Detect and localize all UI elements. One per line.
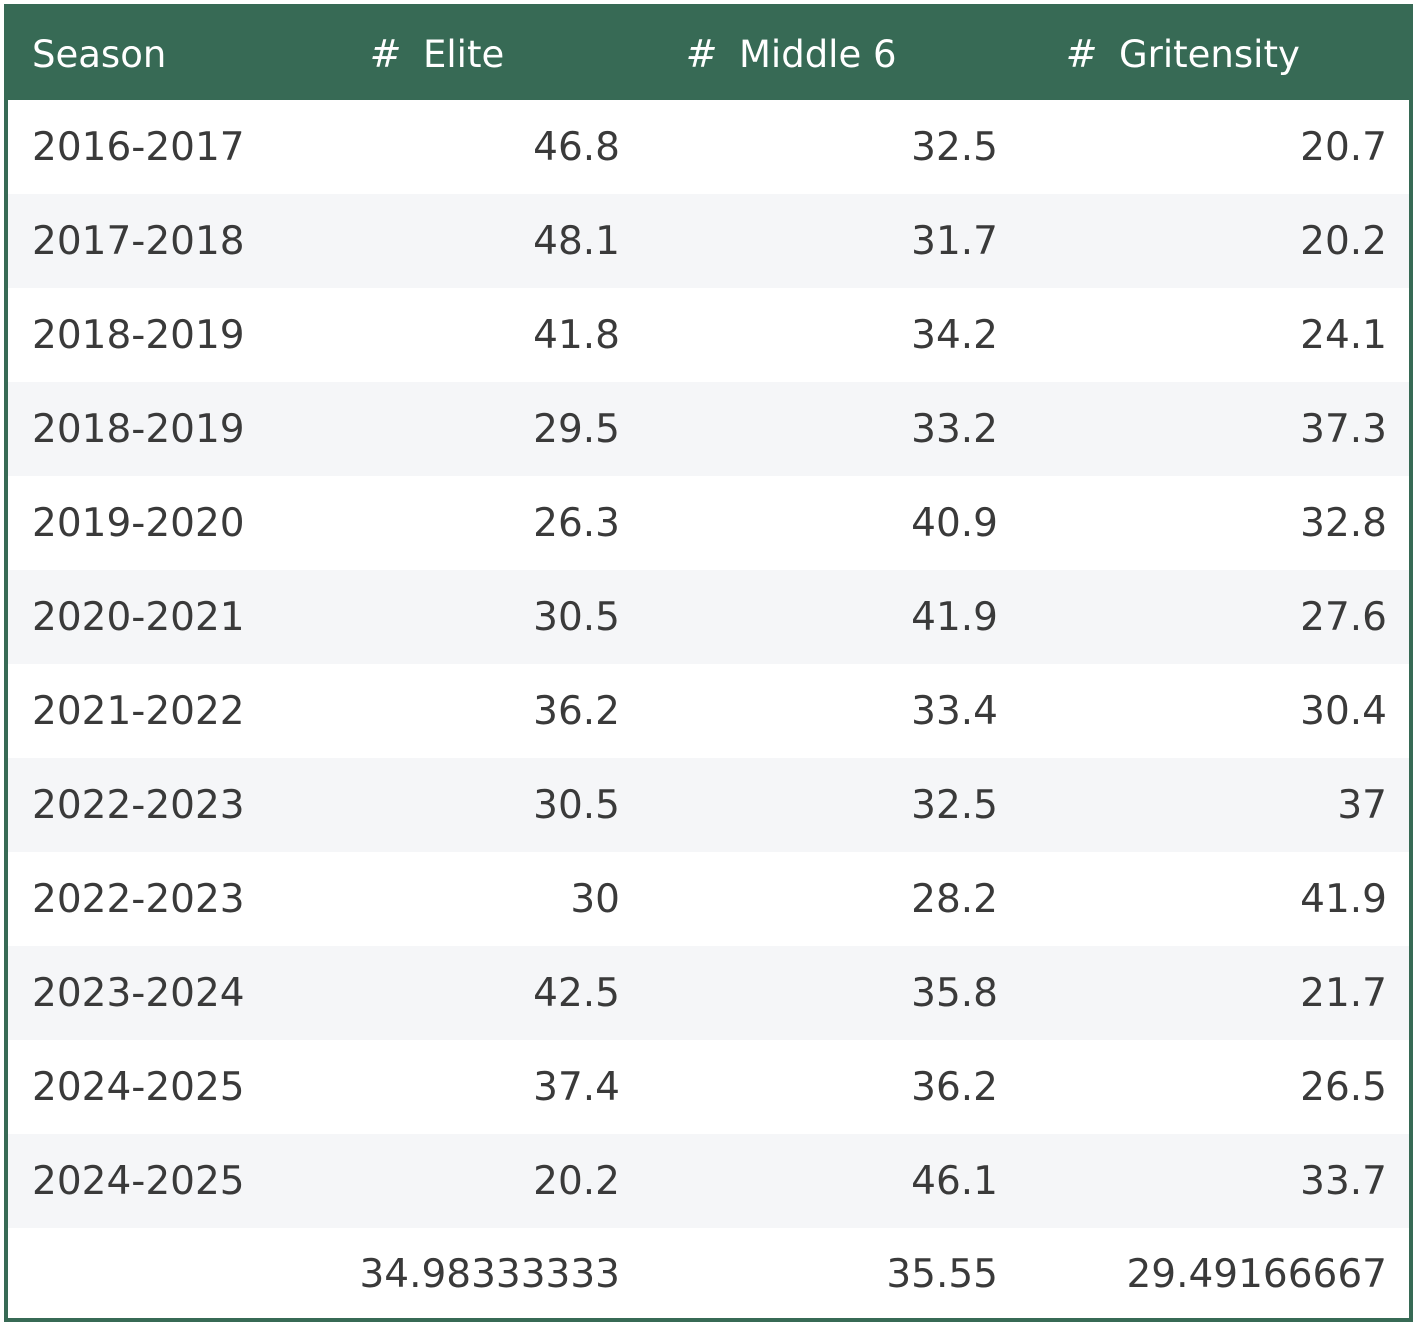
cell-gritensity: 30.4 [1300,688,1387,734]
cell-season: 2017-2018 [32,218,245,264]
numeric-column-icon: # [1065,32,1098,76]
numeric-column-icon: # [369,32,402,76]
header-middle-6-label: Middle 6 [739,32,897,76]
footer-cell-elite: 34.98333333 [359,1251,620,1297]
header-gritensity[interactable]: # Gritensity [1014,8,1409,100]
table-row: 2024-2025 20.2 46.1 33.7 [8,1134,1409,1228]
cell-season: 2024-2025 [32,1158,245,1204]
cell-gritensity: 20.7 [1300,124,1387,170]
cell-season: 2016-2017 [32,124,245,170]
table-row: 2017-2018 48.1 31.7 20.2 [8,194,1409,288]
cell-gritensity: 37 [1337,782,1387,828]
cell-season: 2022-2023 [32,876,245,922]
cell-gritensity: 27.6 [1300,594,1387,640]
cell-gritensity: 32.8 [1300,500,1387,546]
cell-elite: 26.3 [533,500,620,546]
header-season-label: Season [32,32,167,76]
table-footer-row: 34.98333333 35.55 29.49166667 [8,1227,1409,1318]
data-table: Season # Elite # Middle 6 # Gritensity 2… [4,4,1413,1322]
cell-elite: 29.5 [533,406,620,452]
header-elite[interactable]: # Elite [320,8,636,100]
cell-season: 2022-2023 [32,782,245,828]
table-header-row: Season # Elite # Middle 6 # Gritensity [8,8,1409,100]
cell-gritensity: 20.2 [1300,218,1387,264]
cell-gritensity: 33.7 [1300,1158,1387,1204]
cell-middle-6: 36.2 [911,1064,998,1110]
footer-cell-middle-6: 35.55 [886,1251,998,1297]
cell-season: 2020-2021 [32,594,245,640]
footer-cell-season [8,1227,320,1318]
cell-middle-6: 28.2 [911,876,998,922]
cell-elite: 20.2 [533,1158,620,1204]
cell-season: 2023-2024 [32,970,245,1016]
cell-elite: 30.5 [533,782,620,828]
cell-season: 2021-2022 [32,688,245,734]
cell-season: 2018-2019 [32,312,245,358]
cell-elite: 37.4 [533,1064,620,1110]
cell-middle-6: 33.4 [911,688,998,734]
cell-middle-6: 34.2 [911,312,998,358]
cell-gritensity: 24.1 [1300,312,1387,358]
footer-cell-gritensity: 29.49166667 [1126,1251,1387,1297]
cell-elite: 48.1 [533,218,620,264]
table-row: 2021-2022 36.2 33.4 30.4 [8,664,1409,758]
cell-middle-6: 32.5 [911,782,998,828]
cell-elite: 41.8 [533,312,620,358]
cell-middle-6: 40.9 [911,500,998,546]
table-row: 2018-2019 41.8 34.2 24.1 [8,288,1409,382]
header-middle-6[interactable]: # Middle 6 [636,8,1014,100]
table-row: 2018-2019 29.5 33.2 37.3 [8,382,1409,476]
header-gritensity-label: Gritensity [1119,32,1300,76]
table-row: 2023-2024 42.5 35.8 21.7 [8,946,1409,1040]
cell-gritensity: 26.5 [1300,1064,1387,1110]
cell-gritensity: 21.7 [1300,970,1387,1016]
table-row: 2022-2023 30.5 32.5 37 [8,758,1409,852]
cell-season: 2019-2020 [32,500,245,546]
table-row: 2019-2020 26.3 40.9 32.8 [8,476,1409,570]
cell-middle-6: 33.2 [911,406,998,452]
cell-elite: 46.8 [533,124,620,170]
cell-elite: 36.2 [533,688,620,734]
cell-elite: 42.5 [533,970,620,1016]
header-elite-label: Elite [423,32,505,76]
table-row: 2024-2025 37.4 36.2 26.5 [8,1040,1409,1134]
cell-elite: 30.5 [533,594,620,640]
cell-middle-6: 32.5 [911,124,998,170]
table-row: 2022-2023 30 28.2 41.9 [8,852,1409,946]
cell-middle-6: 35.8 [911,970,998,1016]
table-row: 2016-2017 46.8 32.5 20.7 [8,100,1409,194]
cell-season: 2018-2019 [32,406,245,452]
cell-gritensity: 41.9 [1300,876,1387,922]
numeric-column-icon: # [685,32,718,76]
cell-elite: 30 [570,876,620,922]
cell-gritensity: 37.3 [1300,406,1387,452]
table-body: 2016-2017 46.8 32.5 20.7 2017-2018 48.1 31.7 20… [8,100,1409,1318]
cell-middle-6: 46.1 [911,1158,998,1204]
header-season[interactable]: Season [8,8,320,100]
cell-season: 2024-2025 [32,1064,245,1110]
cell-middle-6: 41.9 [911,594,998,640]
table-row: 2020-2021 30.5 41.9 27.6 [8,570,1409,664]
cell-middle-6: 31.7 [911,218,998,264]
